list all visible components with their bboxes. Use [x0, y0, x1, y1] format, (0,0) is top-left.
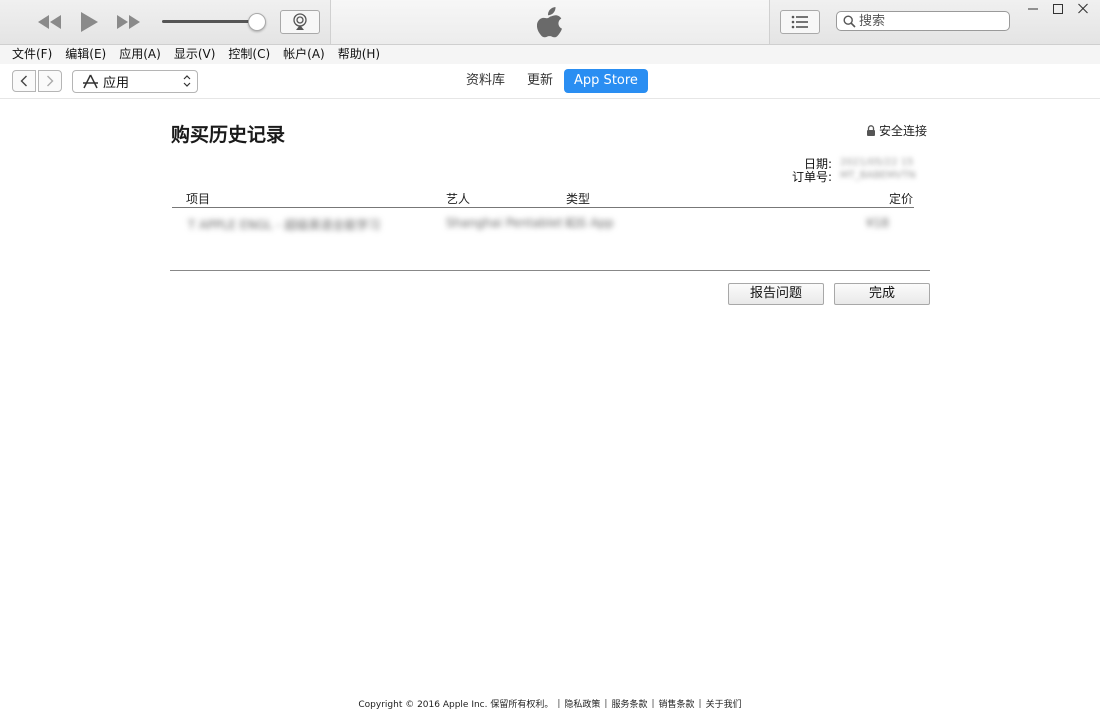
copyright-text: Copyright © 2016 Apple Inc. 保留所有权利。 [358, 700, 554, 710]
search-input[interactable] [859, 12, 1007, 30]
footer-separator: | [604, 698, 608, 709]
nav-bar: 应用 资料库 更新 App Store [0, 64, 1100, 99]
footer-link-terms-of-sale[interactable]: 销售条款 [659, 697, 695, 710]
up-next-list-button[interactable] [780, 10, 820, 34]
tab-app-store[interactable]: App Store [564, 69, 648, 93]
section-divider [170, 270, 930, 271]
close-button[interactable] [1072, 2, 1094, 19]
airplay-button[interactable] [280, 10, 320, 34]
maximize-button[interactable] [1047, 2, 1069, 19]
table-header-divider [172, 207, 914, 208]
menu-help[interactable]: 帮助(H) [332, 45, 387, 64]
title-bar [0, 0, 1100, 45]
footer-separator: | [651, 698, 655, 709]
search-icon [843, 15, 856, 28]
secure-connection-indicator: 安全连接 [866, 122, 927, 139]
footer-link-about-us[interactable]: 关于我们 [706, 697, 742, 710]
column-header-price: 定价 [889, 192, 914, 206]
secure-connection-label: 安全连接 [879, 124, 928, 138]
airplay-icon [293, 13, 307, 30]
page-title: 购买历史记录 [171, 124, 286, 146]
menu-controls[interactable]: 控制(C) [222, 45, 277, 64]
close-icon [1078, 3, 1088, 14]
cell-artist: Shanghai Pentablet I... [446, 216, 582, 230]
footer-link-terms-of-service[interactable]: 服务条款 [611, 697, 647, 710]
tab-updates[interactable]: 更新 [516, 69, 564, 93]
cell-price: ¥18 [866, 216, 889, 230]
apple-logo-icon [537, 7, 562, 38]
order-number-value: MT_BABEMVTN [840, 170, 916, 181]
volume-slider-track[interactable] [162, 20, 257, 23]
back-button[interactable] [12, 70, 36, 92]
search-field[interactable] [836, 11, 1010, 31]
done-button[interactable]: 完成 [834, 283, 930, 305]
chevron-up-down-icon [183, 74, 191, 90]
report-problem-button[interactable]: 报告问题 [728, 283, 824, 305]
menu-file[interactable]: 文件(F) [6, 45, 59, 64]
chevron-left-icon [20, 75, 27, 87]
lcd-display [330, 0, 770, 44]
order-number-label: 订单号: [791, 170, 832, 184]
volume-slider-knob[interactable] [248, 13, 266, 31]
menu-edit[interactable]: 编辑(E) [59, 45, 113, 64]
app-store-icon [83, 74, 98, 89]
column-header-item: 项目 [186, 192, 211, 206]
footer-separator: | [698, 698, 702, 709]
media-kind-label: 应用 [103, 76, 130, 91]
menu-bar: 文件(F) 编辑(E) 应用(A) 显示(V) 控制(C) 帐户(A) 帮助(H… [0, 45, 1100, 64]
menu-apps[interactable]: 应用(A) [113, 45, 168, 64]
play-icon[interactable] [78, 10, 100, 34]
cell-type: iOS App [566, 216, 614, 230]
minimize-button[interactable] [1022, 2, 1044, 19]
chevron-right-icon [47, 75, 54, 87]
lock-icon [867, 125, 875, 136]
maximize-icon [1053, 4, 1063, 14]
store-tabs: 资料库 更新 App Store [455, 69, 648, 93]
menu-account[interactable]: 帐户(A) [277, 45, 332, 64]
date-value: 2021/05/22 15 [840, 157, 914, 168]
rewind-icon[interactable] [36, 12, 64, 32]
minimize-icon [1028, 8, 1038, 10]
tab-library[interactable]: 资料库 [455, 69, 516, 93]
list-icon [791, 15, 808, 29]
column-header-artist: 艺人 [446, 192, 471, 206]
menu-view[interactable]: 显示(V) [168, 45, 223, 64]
cell-item: T APPLE ENGL - 超级英语全能学习 [188, 218, 381, 232]
media-kind-selector[interactable]: 应用 [72, 70, 198, 93]
fast-forward-icon[interactable] [114, 12, 142, 32]
forward-button[interactable] [38, 70, 62, 92]
footer: Copyright © 2016 Apple Inc. 保留所有权利。 | 隐私… [0, 697, 1100, 711]
column-header-type: 类型 [566, 192, 591, 206]
footer-link-privacy[interactable]: 隐私政策 [564, 697, 600, 710]
footer-separator: | [557, 698, 561, 709]
